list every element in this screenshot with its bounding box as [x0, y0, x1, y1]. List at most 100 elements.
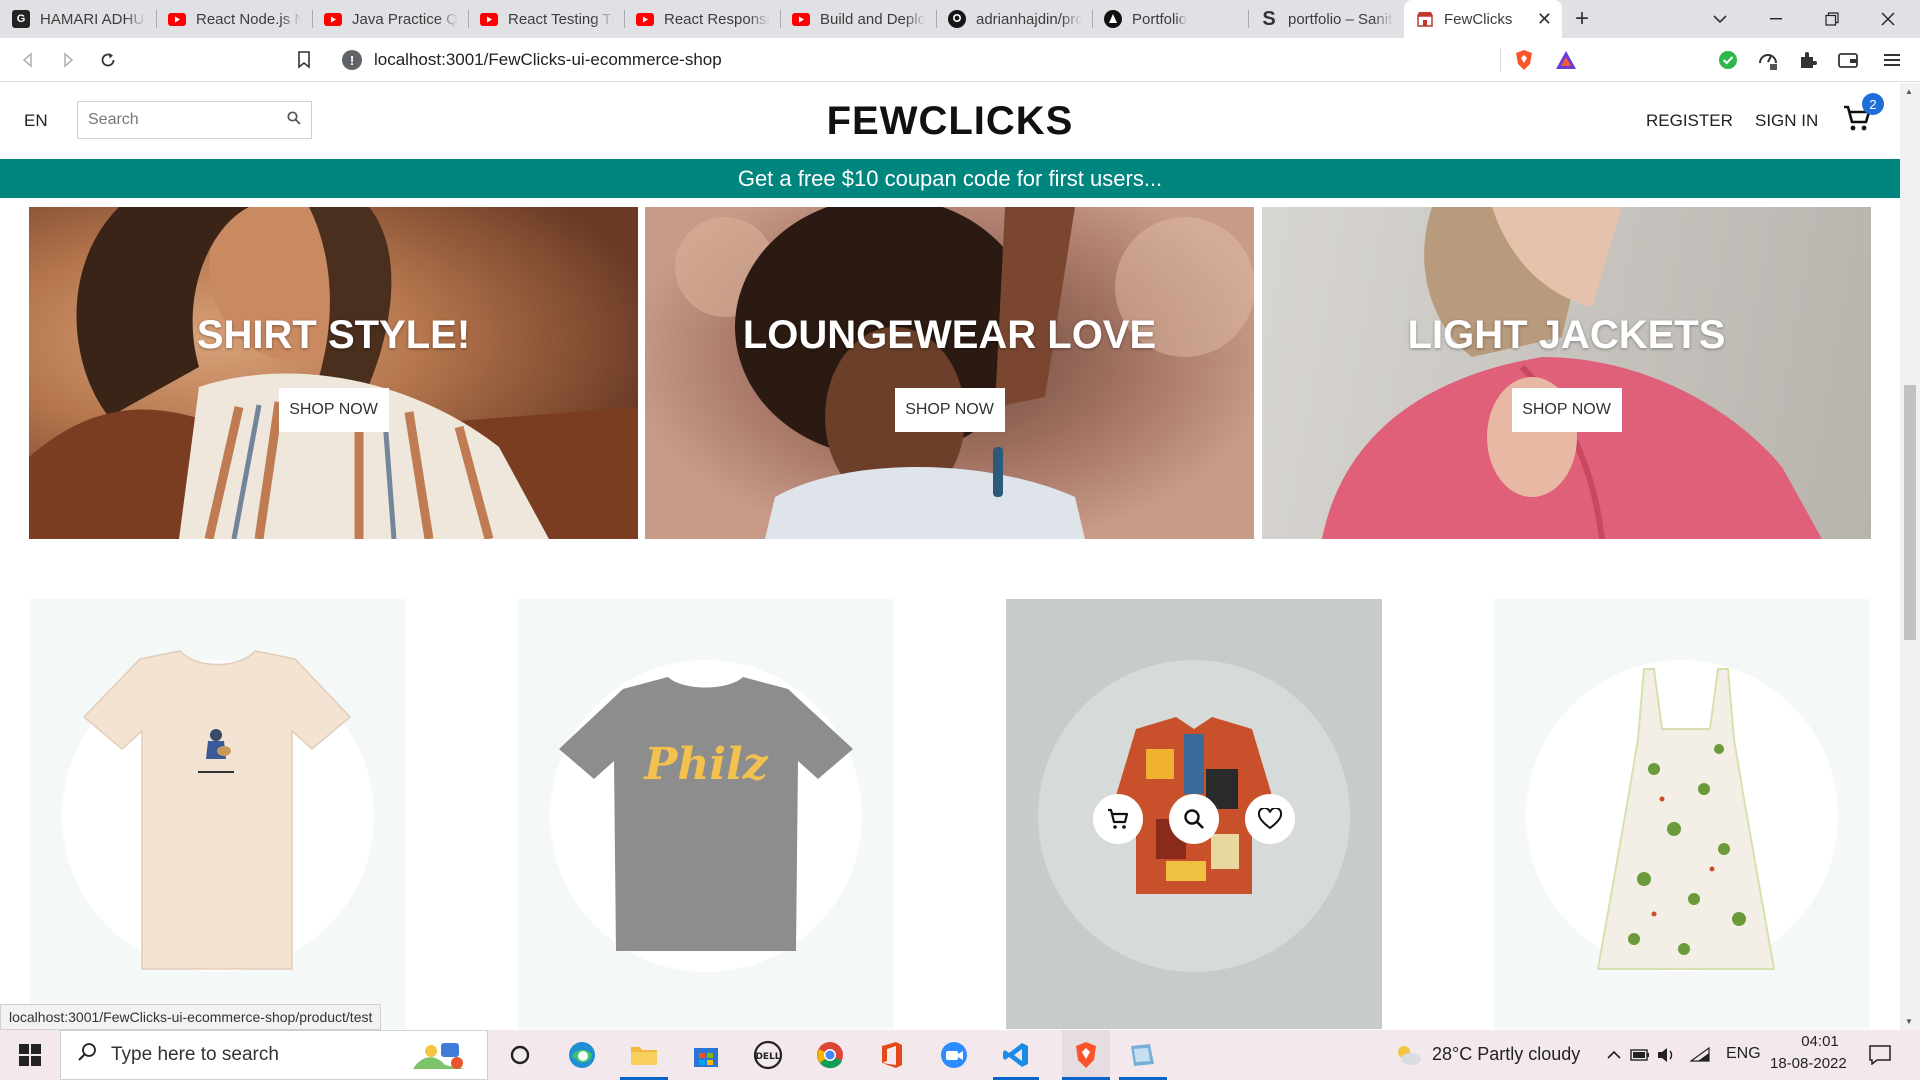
volume-icon[interactable] [1650, 1039, 1682, 1071]
quick-view-search-icon[interactable] [1169, 794, 1219, 844]
speed-dial-icon[interactable] [1756, 48, 1780, 72]
windows-taskbar: Type here to search DELL 28°C Partly clo… [0, 1030, 1920, 1080]
grammarly-icon: G [12, 10, 30, 28]
wishlist-heart-icon[interactable] [1245, 794, 1295, 844]
promo-banner: Get a free $10 coupan code for first use… [0, 159, 1900, 198]
shop-now-button[interactable]: SHOP NOW [894, 388, 1005, 432]
edge-icon[interactable] [566, 1039, 598, 1071]
site-info-icon[interactable]: ! [342, 50, 362, 70]
browser-toolbar: ! localhost:3001/FewClicks-ui-ecommerce-… [0, 38, 1920, 82]
brave-shield-icon[interactable] [1512, 48, 1536, 72]
notifications-icon[interactable] [1864, 1039, 1896, 1071]
cream-tshirt-image [82, 650, 352, 970]
minimize-icon[interactable] [1748, 0, 1804, 38]
loungewear-model-image [675, 207, 1254, 539]
weather-text[interactable]: 28°C Partly cloudy [1432, 1044, 1580, 1065]
extensions-puzzle-icon[interactable] [1796, 48, 1820, 72]
browser-tab[interactable]: adrianhajdin/pro [936, 0, 1092, 38]
product-card[interactable]: Philz [518, 599, 894, 1029]
dell-icon[interactable]: DELL [752, 1039, 784, 1071]
register-link[interactable]: REGISTER [1646, 111, 1733, 131]
cortana-icon[interactable] [504, 1039, 536, 1071]
add-to-cart-button[interactable] [1093, 794, 1143, 844]
github-icon [948, 10, 966, 28]
microsoft-store-icon[interactable] [690, 1039, 722, 1071]
shop-now-button[interactable]: SHOP NOW [1511, 388, 1622, 432]
chrome-icon[interactable] [814, 1039, 846, 1071]
forward-icon[interactable] [54, 46, 82, 74]
close-window-icon[interactable] [1860, 0, 1916, 38]
wifi-icon[interactable] [1684, 1039, 1716, 1071]
browser-tab[interactable]: Sportfolio – Sanity [1248, 0, 1404, 38]
product-card[interactable] [30, 599, 406, 1029]
reload-icon[interactable] [94, 46, 122, 74]
search-highlight-icon [411, 1039, 467, 1079]
taskbar-search-input[interactable]: Type here to search [60, 1030, 488, 1080]
tab-search-icon[interactable] [1692, 0, 1748, 38]
svg-text:DELL: DELL [755, 1052, 780, 1062]
youtube-icon [480, 10, 498, 28]
brave-taskbar-icon[interactable] [1062, 1030, 1110, 1080]
category-banner-jackets[interactable]: LIGHT JACKETS SHOP NOW [1262, 207, 1871, 539]
link-status-bar: localhost:3001/FewClicks-ui-ecommerce-sh… [0, 1004, 382, 1030]
new-tab-icon[interactable]: + [1562, 0, 1602, 38]
category-banner-loungewear[interactable]: LOUNGEWEAR LOVE SHOP NOW [645, 207, 1254, 539]
cart-count-badge: 2 [1862, 93, 1884, 115]
scrollbar-thumb[interactable] [1904, 385, 1916, 640]
page-scrollbar[interactable]: ▲ ▼ [1900, 83, 1920, 1030]
philz-print: Philz [642, 739, 769, 790]
search-icon [77, 1042, 97, 1068]
browser-tab[interactable]: GHAMARI ADHURI [0, 0, 156, 38]
url-text: localhost:3001/FewClicks-ui-ecommerce-sh… [374, 50, 722, 69]
app-taskbar-icon[interactable] [1126, 1039, 1158, 1071]
brave-rewards-icon[interactable] [1554, 48, 1578, 72]
grey-tshirt-image: Philz [559, 677, 853, 951]
category-title: LIGHT JACKETS [1407, 313, 1726, 357]
browser-tab[interactable]: Java Practice Que [312, 0, 468, 38]
taskbar-search-placeholder: Type here to search [111, 1044, 279, 1065]
extension-check-icon[interactable] [1716, 48, 1740, 72]
sign-in-link[interactable]: SIGN IN [1755, 111, 1818, 131]
shirt-model-image [29, 207, 638, 539]
floral-dress-image [1596, 668, 1776, 970]
clock-date[interactable]: 18-08-2022 [1770, 1055, 1847, 1072]
product-card-hovered[interactable] [1006, 599, 1382, 1029]
site-header: EN Search FEWCLICKS REGISTER SIGN IN 2 [0, 83, 1900, 158]
vscode-icon[interactable] [1000, 1039, 1032, 1071]
back-icon[interactable] [14, 46, 42, 74]
office-icon[interactable] [876, 1039, 908, 1071]
browser-tab[interactable]: Build and Deploy [780, 0, 936, 38]
site-logo[interactable]: FEWCLICKS [0, 99, 1900, 144]
shop-icon [1416, 10, 1434, 28]
menu-icon[interactable] [1880, 48, 1904, 72]
portfolio-icon [1104, 10, 1122, 28]
youtube-icon [168, 10, 186, 28]
restore-icon[interactable] [1804, 0, 1860, 38]
youtube-icon [324, 10, 342, 28]
input-language[interactable]: ENG [1726, 1045, 1761, 1063]
zoom-icon[interactable] [938, 1039, 970, 1071]
wallet-icon[interactable] [1836, 48, 1860, 72]
clock-time[interactable]: 04:01 [1788, 1033, 1852, 1050]
browser-tab[interactable]: Portfolio [1092, 0, 1248, 38]
youtube-icon [792, 10, 810, 28]
windows-start-icon[interactable] [14, 1039, 46, 1071]
browser-tab[interactable]: React Testing Tut [468, 0, 624, 38]
file-explorer-icon[interactable] [628, 1039, 660, 1071]
shop-now-button[interactable]: SHOP NOW [278, 388, 389, 432]
category-title: LOUNGEWEAR LOVE [742, 313, 1157, 357]
browser-tab-active[interactable]: FewClicks ✕ [1404, 0, 1562, 38]
category-title: SHIRT STYLE! [196, 313, 471, 357]
browser-tab[interactable]: React Responsive [624, 0, 780, 38]
browser-tab-strip: GHAMARI ADHURI React Node.js Ne Java Pra… [0, 0, 1920, 38]
category-banner-shirts[interactable]: SHIRT STYLE! SHOP NOW [29, 207, 638, 539]
weather-icon[interactable] [1392, 1039, 1424, 1071]
address-bar[interactable]: ! localhost:3001/FewClicks-ui-ecommerce-… [330, 43, 1590, 77]
sanity-icon: S [1262, 7, 1276, 30]
close-tab-icon[interactable]: ✕ [1537, 9, 1552, 30]
bookmark-icon[interactable] [290, 46, 318, 74]
product-card[interactable] [1494, 599, 1870, 1029]
browser-tab[interactable]: React Node.js Ne [156, 0, 312, 38]
youtube-icon [636, 10, 654, 28]
jacket-model-image [1322, 207, 1822, 539]
